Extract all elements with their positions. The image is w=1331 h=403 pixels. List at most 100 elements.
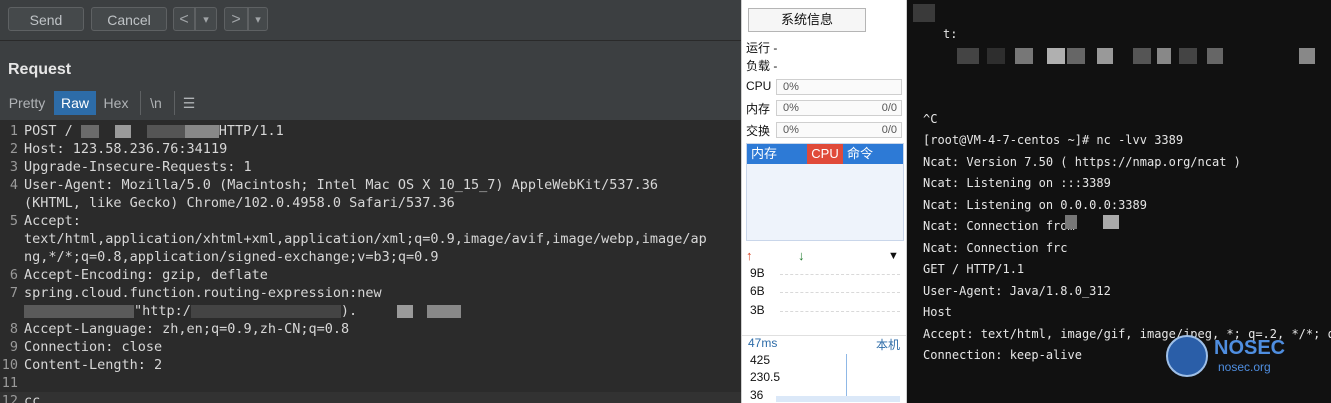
ping-panel: 47ms 本机 425 230.5 36 xyxy=(742,335,906,403)
ping-graph-line xyxy=(846,354,847,400)
redacted-block xyxy=(190,304,341,318)
terminal-panel[interactable]: t: ^C [root@VM-4-7-centos ~]# nc -lvv 33… xyxy=(907,0,1331,403)
ping-value: 425 xyxy=(750,353,771,367)
dropdown-arrow-icon[interactable]: ▼ xyxy=(888,250,899,262)
grid-line xyxy=(780,311,900,312)
redacted-area xyxy=(907,0,1331,80)
header-name: Upgrade-Insecure-Requests: xyxy=(24,159,236,175)
header-value: 1 xyxy=(235,159,252,175)
mem-ratio: 0/0 xyxy=(881,102,897,114)
line-number: 7 xyxy=(9,285,18,301)
header-value: new xyxy=(357,285,382,301)
upload-arrow-icon: ↑ xyxy=(746,248,753,263)
request-protocol: HTTP/1.1 xyxy=(218,123,284,139)
line-number: 12 xyxy=(1,393,18,403)
column-mem[interactable]: 内存 xyxy=(747,144,807,164)
line-number: 2 xyxy=(9,141,18,157)
line-number: 10 xyxy=(1,357,18,373)
terminal-line: Ncat: Listening on 0.0.0.0:3389 xyxy=(923,198,1147,212)
tab-newline[interactable]: \n xyxy=(140,91,171,115)
header-value: Mozilla/5.0 (Macintosh; Intel Mac OS X 1… xyxy=(113,177,658,193)
run-status: 运行 - xyxy=(746,41,778,55)
system-monitor-panel: 系统信息 运行 - 负载 - CPU 0% 内存 0% 0/0 交换 0% 0/0 … xyxy=(741,0,907,403)
line-number: 5 xyxy=(9,213,18,229)
terminal-line: GET / HTTP/1.1 xyxy=(923,262,1025,276)
net-label: 3B xyxy=(750,303,765,317)
nosec-logo: NOSEC nosec.org xyxy=(1166,335,1326,381)
send-button[interactable]: Send xyxy=(8,7,84,31)
load-status: 负载 - xyxy=(746,59,778,73)
ping-value: 36 xyxy=(750,388,764,402)
back-dropdown-button[interactable]: ▾ xyxy=(195,7,217,31)
header-name: User-Agent: xyxy=(24,177,114,193)
redacted-block xyxy=(397,304,414,318)
ping-value: 230.5 xyxy=(750,370,781,384)
line-number: 8 xyxy=(9,321,18,337)
header-value: close xyxy=(113,339,163,355)
redacted-block xyxy=(184,124,219,138)
header-name: Accept: xyxy=(24,213,81,229)
download-arrow-icon: ↓ xyxy=(798,248,805,263)
ping-ms: 47ms xyxy=(748,336,778,350)
header-value: ng,*/*;q=0.8,application/signed-exchange… xyxy=(24,249,439,265)
column-command[interactable]: 命令 xyxy=(843,144,903,164)
terminal-line: t: xyxy=(943,27,958,41)
forward-button[interactable]: > xyxy=(224,7,248,31)
terminal-line: Ncat: Version 7.50 ( https://nmap.org/nc… xyxy=(923,155,1241,169)
terminal-line: [root@VM-4-7-centos ~]# nc -lvv 3389 xyxy=(923,133,1184,147)
system-info-button[interactable]: 系统信息 xyxy=(748,8,866,32)
line-number: 4 xyxy=(9,177,18,193)
redacted-block xyxy=(146,124,185,138)
redacted-block xyxy=(1065,215,1077,229)
header-name: spring.cloud.function.routing-expression… xyxy=(24,285,358,301)
header-name: Connection: xyxy=(24,339,114,355)
logo-url: nosec.org xyxy=(1218,360,1271,374)
request-panel: Send Cancel < ▾ > ▾ Request Pretty Raw H… xyxy=(0,0,741,403)
mem-usage-bar: 0% 0/0 xyxy=(776,100,902,116)
header-value: (KHTML, like Gecko) Chrome/102.0.4958.0 … xyxy=(24,195,455,211)
redacted-block xyxy=(80,124,99,138)
forward-dropdown-button[interactable]: ▾ xyxy=(248,7,268,31)
swap-ratio: 0/0 xyxy=(881,124,897,136)
cancel-button[interactable]: Cancel xyxy=(91,7,167,31)
network-graph: ↑ ↓ ▼ 9B 6B 3B xyxy=(746,248,902,332)
swap-value: 0% xyxy=(783,124,799,136)
header-value: 123.58.236.76:34119 xyxy=(64,141,228,157)
request-editor[interactable]: 1 POST / HTTP/1.1 2 Host: 123.58.236.76:341… xyxy=(0,120,741,403)
grid-line xyxy=(780,274,900,275)
logo-title: NOSEC xyxy=(1214,337,1286,359)
header-value: "http:/ xyxy=(134,303,191,319)
terminal-line: Connection: keep-alive xyxy=(923,348,1082,362)
request-body: cc xyxy=(24,393,41,403)
terminal-line: User-Agent: Java/1.8.0_312 xyxy=(923,284,1111,298)
cpu-value: 0% xyxy=(783,81,799,93)
ping-location[interactable]: 本机 xyxy=(876,336,900,353)
back-button[interactable]: < xyxy=(173,7,195,31)
column-cpu[interactable]: CPU xyxy=(807,144,843,164)
shield-icon xyxy=(1166,335,1208,377)
cpu-usage-bar: 0% xyxy=(776,79,902,95)
process-table: 内存 CPU 命令 xyxy=(746,143,904,241)
header-value: text/html,application/xhtml+xml,applicat… xyxy=(24,231,707,247)
cpu-label: CPU xyxy=(746,79,772,93)
redacted-block xyxy=(114,124,131,138)
mem-value: 0% xyxy=(783,102,799,114)
net-label: 9B xyxy=(750,266,765,280)
header-value: gzip, deflate xyxy=(154,267,268,283)
tab-raw[interactable]: Raw xyxy=(54,91,96,115)
line-number: 1 xyxy=(9,123,18,139)
redacted-block xyxy=(24,304,134,318)
repeater-toolbar: Send Cancel < ▾ > ▾ xyxy=(0,0,741,41)
line-number: 3 xyxy=(9,159,18,175)
terminal-line: Ncat: Listening on :::3389 xyxy=(923,176,1111,190)
header-value: zh,en;q=0.9,zh-CN;q=0.8 xyxy=(154,321,350,337)
terminal-line: Host xyxy=(923,305,952,319)
redacted-block xyxy=(1103,215,1119,229)
ping-graph-area xyxy=(776,396,900,402)
header-name: Host: xyxy=(24,141,65,157)
tab-pretty[interactable]: Pretty xyxy=(3,91,51,115)
tab-hex[interactable]: Hex xyxy=(98,91,134,115)
menu-icon[interactable]: ☰ xyxy=(174,91,203,115)
request-title: Request xyxy=(8,61,72,78)
header-value: 2 xyxy=(145,357,163,373)
